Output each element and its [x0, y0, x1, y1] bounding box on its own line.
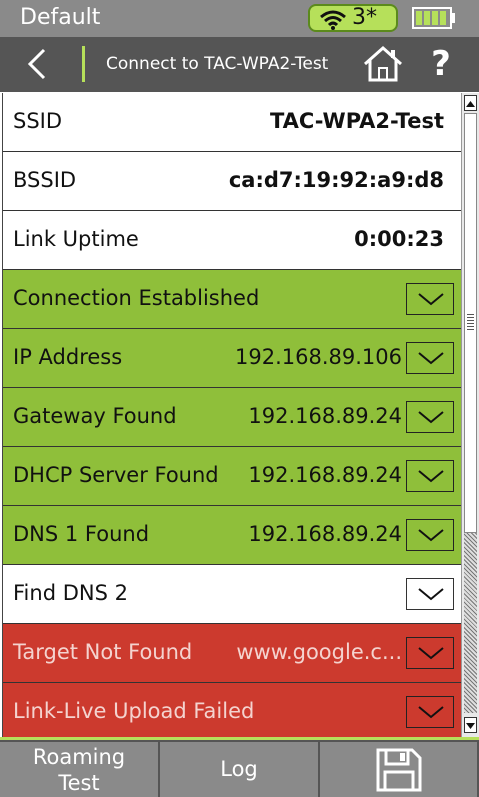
scrollbar-track[interactable] — [464, 533, 477, 713]
scrollbar[interactable] — [461, 93, 479, 737]
expand-button[interactable] — [406, 342, 454, 374]
chevron-down-icon — [418, 470, 444, 483]
expand-button[interactable] — [406, 460, 454, 492]
row-value: ca:d7:19:92:a9:d8 — [228, 168, 444, 192]
list-item-ssid: SSID TAC-WPA2-Test — [3, 93, 462, 152]
help-button[interactable]: ? — [426, 42, 456, 86]
list-item-dns1-found[interactable]: DNS 1 Found 192.168.89.24 — [3, 506, 462, 565]
wifi-count: 3* — [352, 5, 377, 30]
status-bar: Default 3* — [0, 0, 479, 37]
save-button[interactable] — [320, 742, 479, 797]
arrow-down-icon — [466, 723, 475, 729]
row-value: 192.168.89.106 — [235, 345, 402, 369]
row-label: BSSID — [13, 168, 77, 192]
list-item-link-live-upload-failed[interactable]: Link-Live Upload Failed — [3, 683, 462, 737]
list-item-connection-established[interactable]: Connection Established — [3, 270, 462, 329]
expand-button[interactable] — [406, 637, 454, 669]
expand-button[interactable] — [406, 401, 454, 433]
scrollbar-thumb[interactable] — [464, 113, 477, 533]
list-item-gateway-found[interactable]: Gateway Found 192.168.89.24 — [3, 388, 462, 447]
list-item-link-uptime: Link Uptime 0:00:23 — [3, 211, 462, 270]
list-item-find-dns2[interactable]: Find DNS 2 — [3, 565, 462, 624]
scroll-down-button[interactable] — [464, 717, 477, 733]
row-label: Link Uptime — [13, 227, 139, 251]
chevron-down-icon — [418, 647, 444, 660]
profile-name[interactable]: Default — [20, 5, 100, 30]
row-label: Find DNS 2 — [13, 581, 128, 605]
roaming-test-button[interactable]: Roaming Test — [0, 742, 160, 797]
scroll-up-button[interactable] — [464, 95, 477, 111]
row-label: Connection Established — [13, 286, 260, 310]
title-bar: Connect to TAC-WPA2-Test ? — [0, 37, 479, 92]
expand-button[interactable] — [406, 283, 454, 315]
bottom-toolbar: Roaming Test Log — [0, 740, 479, 797]
roaming-label-line2: Test — [58, 771, 100, 795]
grip-icon — [467, 314, 474, 332]
wifi-status-badge[interactable]: 3* — [308, 4, 398, 32]
arrow-up-icon — [466, 101, 475, 107]
list-item-target-not-found[interactable]: Target Not Found www.google.c... — [3, 624, 462, 683]
expand-button[interactable] — [406, 578, 454, 610]
list-item-ip-address[interactable]: IP Address 192.168.89.106 — [3, 329, 462, 388]
list-item-dhcp-server-found[interactable]: DHCP Server Found 192.168.89.24 — [3, 447, 462, 506]
page-title: Connect to TAC-WPA2-Test — [106, 54, 329, 74]
row-label: IP Address — [13, 345, 123, 369]
wifi-icon — [320, 10, 346, 30]
roaming-label-line1: Roaming — [32, 745, 126, 769]
chevron-down-icon — [418, 411, 444, 424]
row-label: DHCP Server Found — [13, 463, 219, 487]
battery-icon — [412, 7, 455, 29]
row-value: 192.168.89.24 — [248, 463, 402, 487]
back-icon[interactable] — [22, 46, 58, 82]
expand-button[interactable] — [406, 696, 454, 728]
row-label: Target Not Found — [13, 640, 193, 664]
row-label: DNS 1 Found — [13, 522, 150, 546]
chevron-down-icon — [418, 588, 444, 601]
title-divider — [82, 46, 85, 82]
row-label: Gateway Found — [13, 404, 177, 428]
log-button[interactable]: Log — [160, 742, 320, 797]
save-icon — [376, 748, 422, 792]
chevron-down-icon — [418, 293, 444, 306]
row-label: SSID — [13, 109, 63, 133]
home-icon[interactable] — [362, 44, 404, 84]
chevron-down-icon — [418, 352, 444, 365]
row-value: TAC-WPA2-Test — [269, 109, 444, 133]
chevron-down-icon — [418, 706, 444, 719]
results-list[interactable]: SSID TAC-WPA2-Test BSSID ca:d7:19:92:a9:… — [2, 93, 462, 737]
row-label: Link-Live Upload Failed — [13, 699, 255, 723]
row-value: www.google.c... — [236, 640, 402, 664]
chevron-down-icon — [418, 529, 444, 542]
list-item-bssid: BSSID ca:d7:19:92:a9:d8 — [3, 152, 462, 211]
row-value: 192.168.89.24 — [248, 404, 402, 428]
row-value: 192.168.89.24 — [248, 522, 402, 546]
expand-button[interactable] — [406, 519, 454, 551]
row-value: 0:00:23 — [354, 227, 444, 251]
